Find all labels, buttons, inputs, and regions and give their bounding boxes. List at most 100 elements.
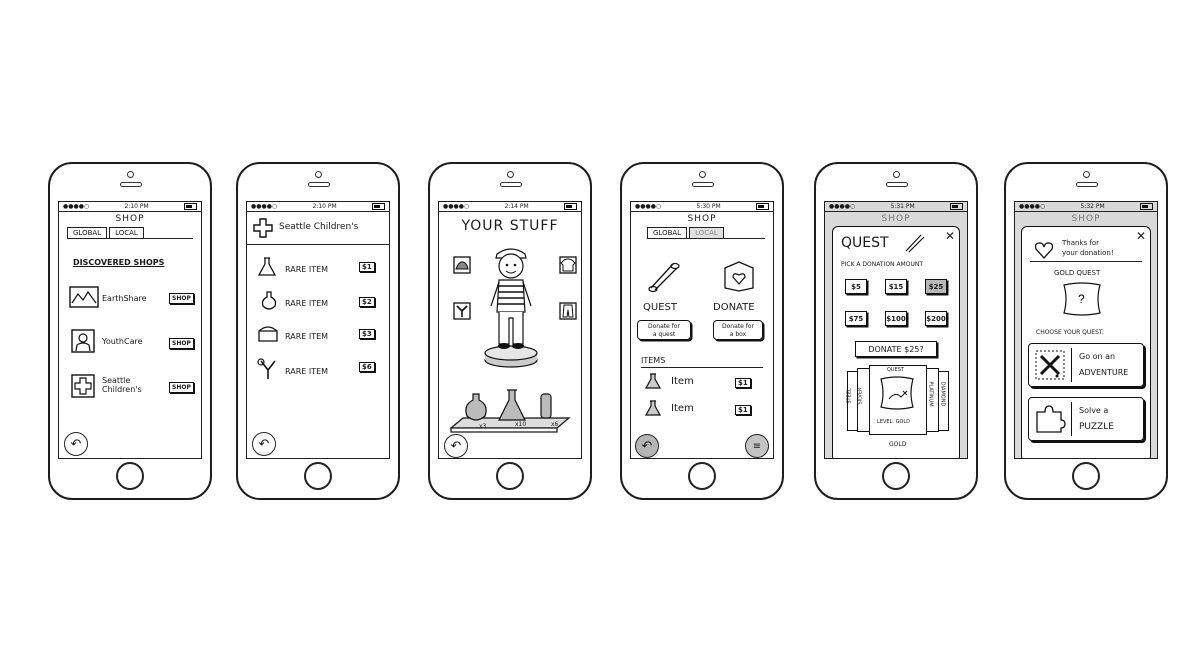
page-title: SHOP [115, 214, 145, 224]
donate-box-button[interactable]: Donate for a box [713, 320, 763, 340]
status-time: 2:14 PM [504, 203, 529, 210]
price-button[interactable]: $1 [735, 378, 751, 388]
tab-local[interactable]: LOCAL [109, 227, 144, 238]
card-label: STEEL [846, 388, 853, 404]
speaker [692, 182, 714, 187]
home-button[interactable] [1072, 462, 1100, 490]
amount-option[interactable]: $5 [845, 279, 867, 294]
card-label: PLATINUM [927, 381, 934, 407]
option-label: PUZZLE [1079, 422, 1114, 432]
shop-button[interactable]: SHOP [169, 382, 194, 393]
camera [893, 171, 900, 178]
camera [127, 171, 134, 178]
thanks-modal: ✕ Thanks for your donation! GOLD QUEST ?… [1021, 226, 1151, 458]
puzzle-icon [1036, 405, 1066, 433]
price-button[interactable]: $2 [359, 297, 375, 307]
flask-icon [644, 373, 662, 389]
donate-quest-button[interactable]: Donate for a quest [637, 320, 691, 340]
quest-label: QUEST [643, 302, 677, 313]
home-button[interactable] [688, 462, 716, 490]
close-icon[interactable]: ✕ [1136, 229, 1146, 243]
back-button[interactable]: ↶ [444, 434, 468, 458]
cross-icon [71, 374, 95, 398]
back-button[interactable]: ↶ [635, 434, 659, 458]
cross-icon [253, 218, 273, 238]
shop-button[interactable]: SHOP [169, 293, 194, 304]
phone-shop-global: ●●●●○ 5:30 PM SHOP GLOBAL LOCAL QUEST DO… [620, 162, 784, 500]
item-label: Item [671, 403, 694, 414]
tab-bar: GLOBAL LOCAL [67, 227, 193, 239]
modal-title: QUEST [841, 235, 889, 251]
home-button[interactable] [496, 462, 524, 490]
price-button[interactable]: $1 [359, 262, 375, 272]
screen: ●●●●○ 2:14 PM YOUR STUFF x3 x10 x6 ↶ [438, 201, 582, 459]
heart-icon [1034, 242, 1054, 259]
slingshot-icon[interactable] [453, 302, 471, 320]
card-label: QUEST [887, 367, 904, 373]
price-button[interactable]: $1 [735, 405, 751, 415]
donate-label: DONATE [713, 302, 755, 313]
flask-icon [257, 257, 277, 276]
tab-global[interactable]: GLOBAL [647, 227, 688, 238]
svg-text:?: ? [1078, 292, 1085, 306]
home-button[interactable] [116, 462, 144, 490]
donate-confirm-button[interactable]: DONATE $25? [855, 341, 937, 357]
amount-option[interactable]: $15 [885, 279, 907, 294]
camera [315, 171, 322, 178]
adventure-option-button[interactable]: Go on an ADVENTURE [1028, 343, 1144, 387]
amount-option-selected[interactable]: $25 [925, 279, 947, 294]
status-bar: ●●●●○ 5:32 PM [1015, 202, 1157, 212]
battery-icon [950, 203, 963, 210]
quest-name: GOLD QUEST [1054, 269, 1101, 277]
item-label: RARE ITEM [285, 299, 329, 308]
price-button[interactable]: $3 [359, 329, 375, 339]
item-label: RARE ITEM [285, 367, 329, 376]
pants-icon[interactable] [559, 302, 577, 320]
shop-name[interactable]: EarthShare [102, 294, 147, 303]
camera [699, 171, 706, 178]
tab-global[interactable]: GLOBAL [67, 227, 108, 238]
scroll-icon [648, 262, 680, 293]
divider [247, 244, 389, 245]
shop-button[interactable]: SHOP [169, 338, 194, 349]
puzzle-option-button[interactable]: Solve a PUZZLE [1028, 397, 1144, 441]
amount-option[interactable]: $75 [845, 311, 867, 326]
card-level: LEVEL: GOLD [877, 419, 911, 425]
chest-icon [258, 326, 278, 342]
battery-icon [756, 203, 769, 210]
back-button[interactable]: ↶ [64, 432, 88, 456]
page-title: Seattle Children's [279, 222, 359, 232]
slingshot-icon [257, 358, 276, 379]
status-time: 5:30 PM [696, 203, 721, 210]
amount-option[interactable]: $200 [925, 311, 947, 326]
hat-icon[interactable] [453, 256, 471, 274]
screen: ●●●●○ 2:10 PM Seattle Children's RARE IT… [246, 201, 390, 459]
page-title: YOUR STUFF [461, 218, 559, 234]
close-icon[interactable]: ✕ [945, 229, 955, 243]
speaker [500, 182, 522, 187]
status-bar: ●●●●○ 2:10 PM [59, 202, 201, 212]
amount-option[interactable]: $100 [885, 311, 907, 326]
map-icon [880, 376, 914, 410]
menu-button[interactable]: ≡ [745, 434, 769, 458]
treasure-map-icon [1035, 350, 1065, 380]
box-icon [724, 261, 754, 292]
screen: ●●●●○ 2:10 PM SHOP GLOBAL LOCAL DISCOVER… [58, 201, 202, 459]
battery-icon [1140, 203, 1153, 210]
tab-local[interactable]: LOCAL [689, 227, 724, 238]
status-bar: ●●●●○ 5:31 PM [825, 202, 967, 212]
home-button[interactable] [304, 462, 332, 490]
back-button[interactable]: ↶ [252, 432, 276, 456]
camera [507, 171, 514, 178]
shirt-icon[interactable] [559, 256, 577, 274]
card-label: DIAMOND [939, 381, 946, 407]
shop-name[interactable]: Seattle Children's [102, 376, 158, 394]
speaker [1076, 182, 1098, 187]
phone-shop-local: ●●●●○ 2:10 PM SHOP GLOBAL LOCAL DISCOVER… [48, 162, 212, 500]
page-title: SHOP [1071, 214, 1101, 224]
price-button[interactable]: $6 [359, 362, 375, 372]
shop-name[interactable]: YouthCare [102, 337, 143, 346]
quest-modal: QUEST ✕ PICK A DONATION AMOUNT $5 $15 $2… [832, 226, 960, 458]
home-button[interactable] [882, 462, 910, 490]
item-count: x6 [551, 421, 559, 428]
